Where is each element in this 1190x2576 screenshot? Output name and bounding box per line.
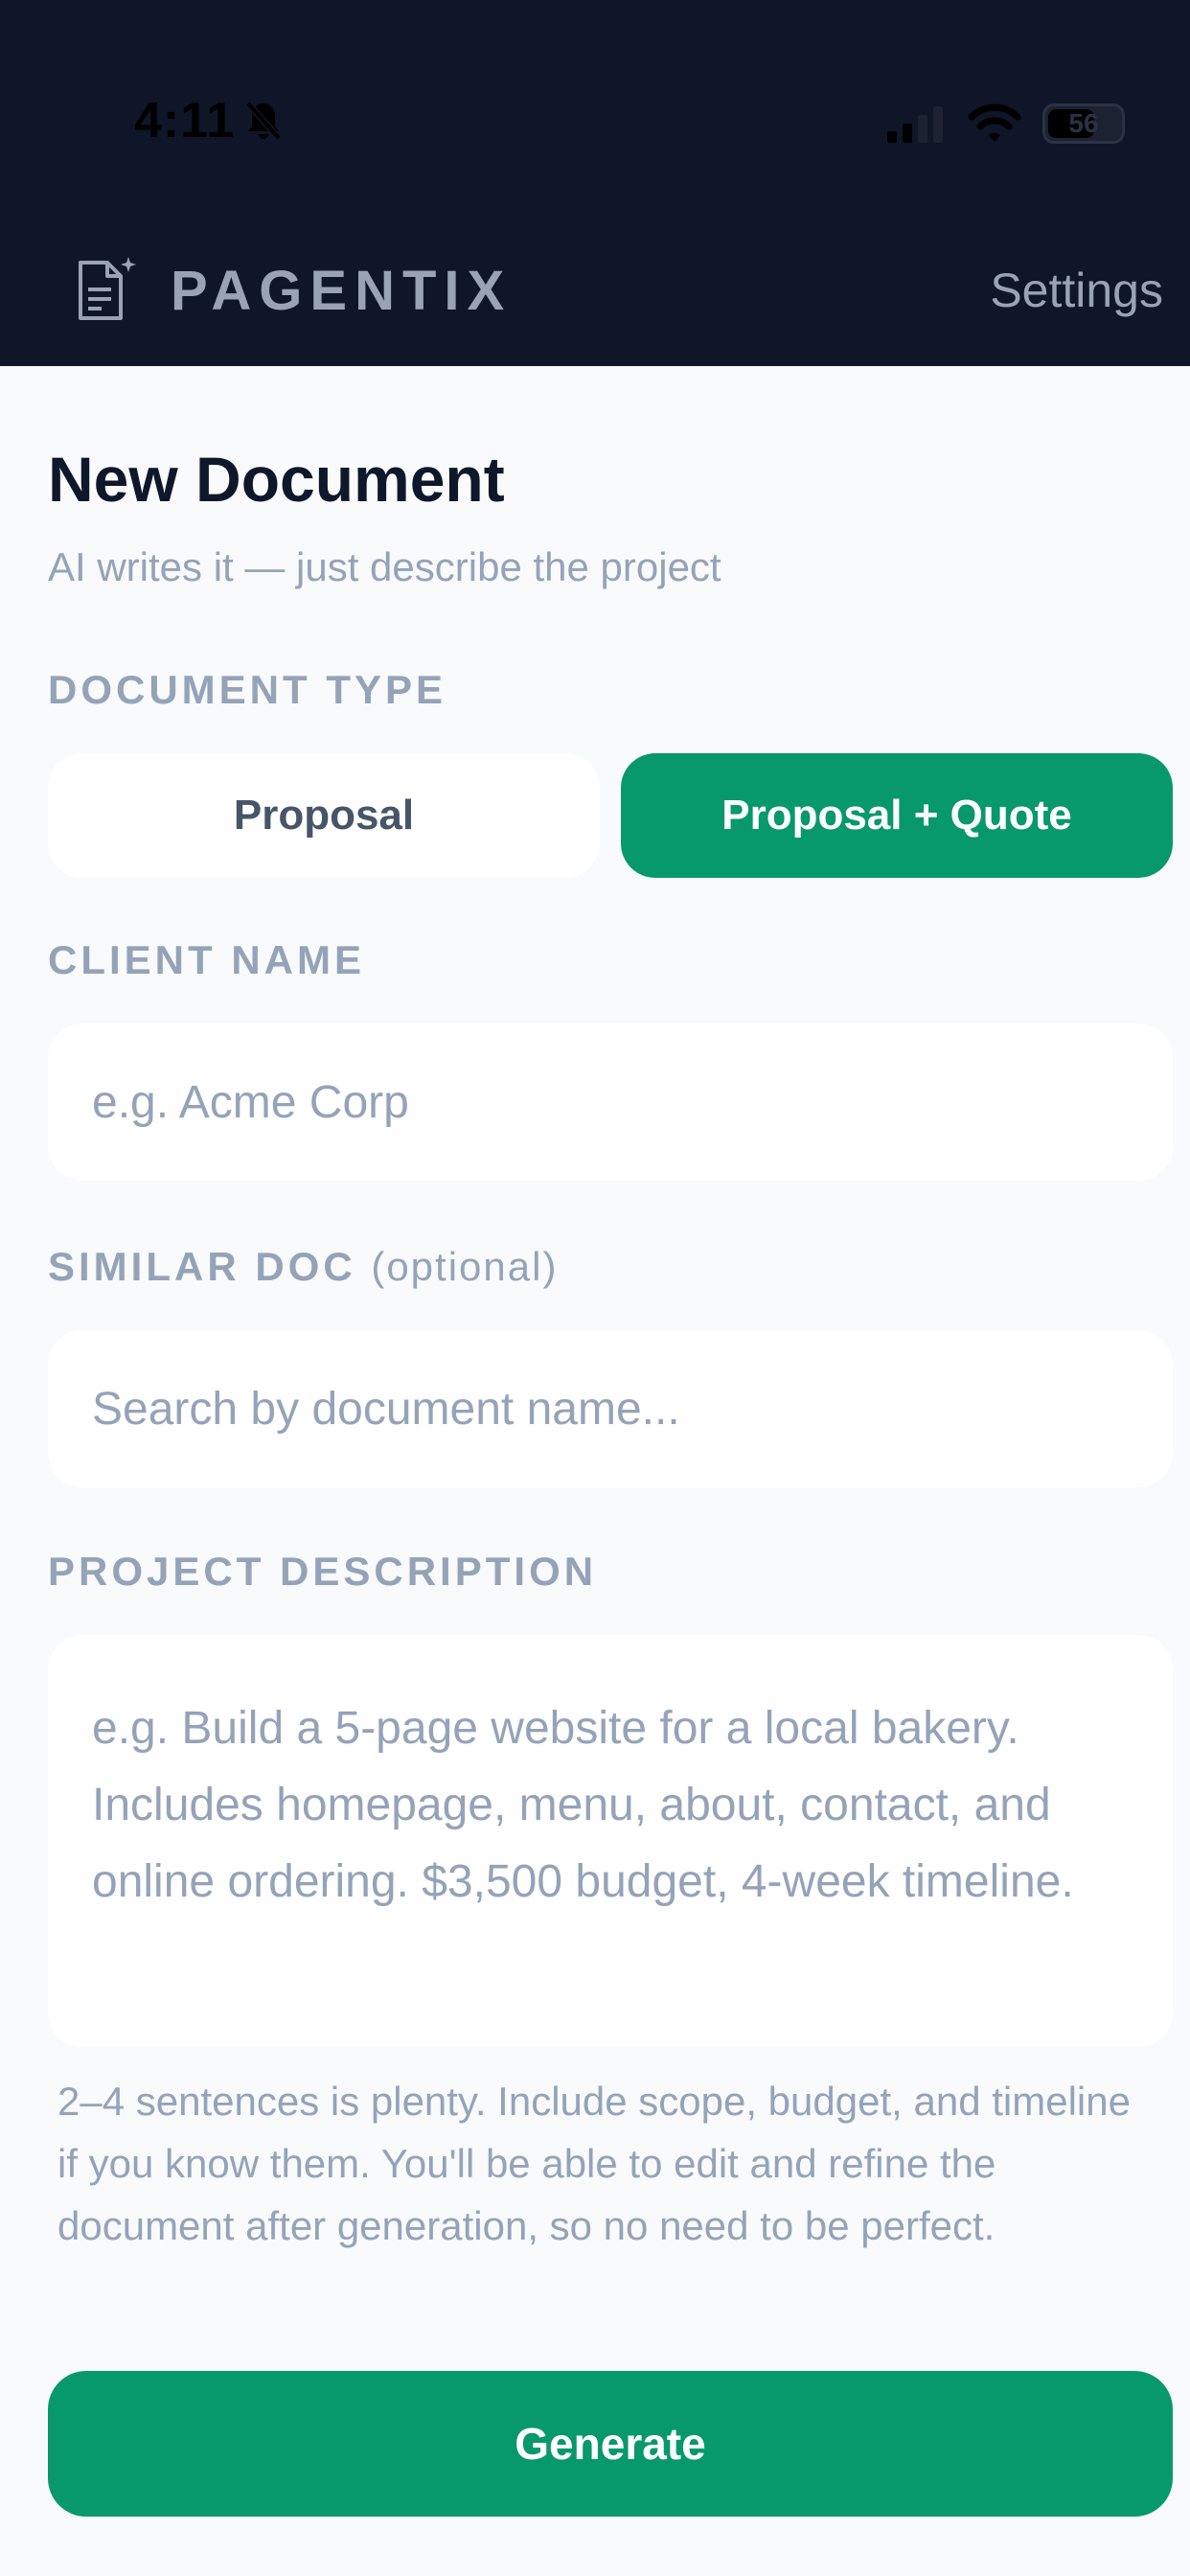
- client-name-label: CLIENT NAME: [48, 937, 365, 982]
- project-description-hint: 2–4 sentences is plenty. Include scope, …: [57, 2079, 1131, 2248]
- cellular-signal-icon: [887, 106, 943, 143]
- project-description-textarea[interactable]: e.g. Build a 5-page website for a local …: [48, 1635, 1173, 2047]
- generate-button[interactable]: Generate: [48, 2371, 1173, 2517]
- document-type-proposal-button[interactable]: Proposal: [48, 753, 600, 878]
- app-header: 4:11 56 PAGENTIX Settings: [0, 0, 1190, 366]
- client-name-input[interactable]: e.g. Acme Corp: [48, 1024, 1173, 1181]
- similar-doc-optional-text: (optional): [371, 1244, 559, 1289]
- battery-icon: 56: [1042, 104, 1125, 144]
- similar-doc-search-input[interactable]: Search by document name...: [48, 1330, 1173, 1487]
- brand[interactable]: PAGENTIX: [73, 257, 512, 324]
- status-bar-indicators: 56: [885, 104, 1125, 144]
- page-subtitle: AI writes it — just describe the project: [48, 544, 721, 589]
- page-title: New Document: [48, 444, 505, 515]
- similar-doc-label: SIMILAR DOC (optional): [48, 1244, 558, 1290]
- wifi-icon: [968, 104, 1021, 142]
- status-bar-time: 4:11: [134, 92, 283, 150]
- battery-level: 56: [1068, 108, 1099, 138]
- similar-doc-placeholder: Search by document name...: [92, 1383, 680, 1435]
- brand-name: PAGENTIX: [171, 259, 513, 322]
- document-sparkle-icon: [79, 257, 136, 320]
- document-type-proposal-quote-button[interactable]: Proposal + Quote: [621, 753, 1173, 878]
- document-type-label: DOCUMENT TYPE: [48, 667, 447, 712]
- project-description-label: PROJECT DESCRIPTION: [48, 1549, 598, 1594]
- status-time-text: 4:11: [134, 93, 236, 149]
- settings-link[interactable]: Settings: [990, 263, 1163, 318]
- project-description-placeholder: e.g. Build a 5-page website for a local …: [92, 1703, 1074, 1907]
- bell-slash-icon: [245, 101, 282, 141]
- similar-doc-label-text: SIMILAR DOC: [48, 1244, 356, 1289]
- client-name-placeholder: e.g. Acme Corp: [92, 1076, 409, 1128]
